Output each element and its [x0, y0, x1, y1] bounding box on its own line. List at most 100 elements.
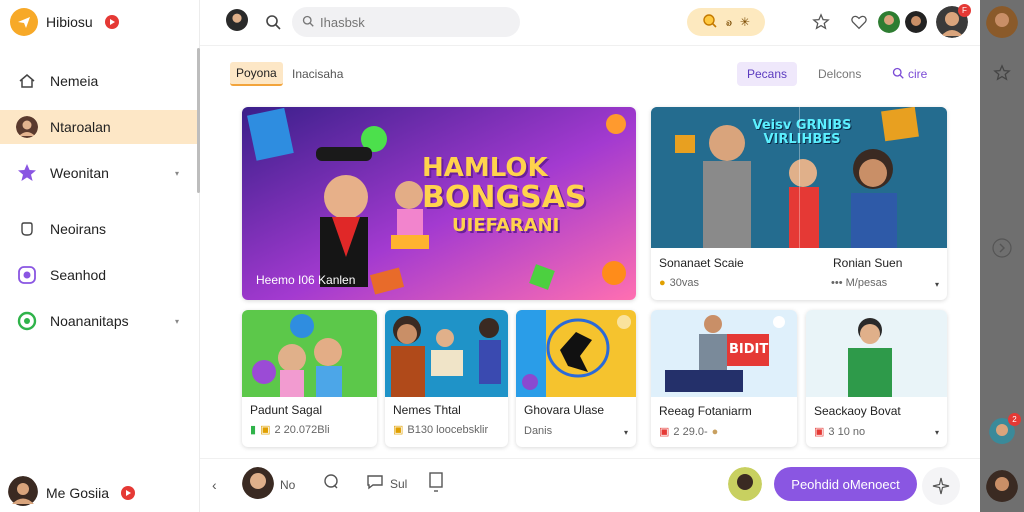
- circle-icon: [16, 310, 38, 332]
- video-card[interactable]: Padunt Sagal ▮ ▣ 2 20.072Bli: [242, 310, 377, 447]
- sidebar-item-weonitan[interactable]: Weonitan ▾: [0, 156, 197, 190]
- profile[interactable]: Me Gosiia: [8, 476, 136, 509]
- app-root: Hibiosu Nemeia Ntaroalan Weonitan ▾ Neoi…: [0, 0, 1024, 512]
- card-meta-text: Danis: [524, 425, 553, 437]
- video-card[interactable]: Seackaoy Bovat ▣ 3 10 no ▾: [806, 310, 947, 447]
- bookmark-icon[interactable]: [428, 471, 444, 493]
- coins-label: ꭷ: [726, 14, 732, 29]
- bottom-item-no[interactable]: No: [242, 467, 295, 502]
- live-icon: [104, 15, 119, 29]
- card-meta: ● 30vas: [659, 277, 699, 289]
- bottom-bar: ‹ No Sul Peohdid oMenoect: [200, 458, 980, 512]
- filter-bar: Poyona Inacisaha Pecans Delcons cire: [230, 60, 960, 88]
- hero-title-line: HAMLOK: [422, 153, 548, 183]
- heart-icon[interactable]: [848, 11, 870, 33]
- card-title: Reeag Fotaniarm: [659, 404, 752, 418]
- search-icon[interactable]: [262, 11, 284, 33]
- video-card[interactable]: Nemes Thtal ▣ B130 loocebsklir: [385, 310, 508, 447]
- avatar[interactable]: [878, 11, 900, 33]
- more-icon[interactable]: ▾: [624, 428, 628, 437]
- card-meta-text: B130 loocebsklir: [407, 423, 489, 436]
- sparkle-icon: ✳: [739, 15, 750, 29]
- sidebar-item-label: Nemeia: [50, 73, 99, 89]
- sidebar-scrollbar[interactable]: [197, 48, 200, 193]
- more-icon[interactable]: ▾: [935, 280, 939, 289]
- sparkle-icon: [932, 477, 950, 495]
- notification-badge: F: [958, 4, 971, 17]
- hero-title: HAMLOK BONGSAS UIEFARANI: [422, 155, 587, 235]
- video-card[interactable]: Veisv GRNIBS VIRLIHBES Sonanaet Scaie ● …: [651, 107, 947, 300]
- bulb-icon: ●: [659, 277, 666, 289]
- chevron-down-icon[interactable]: ▾: [175, 317, 179, 326]
- card-meta: ▮ ▣ 2 20.072Bli: [250, 423, 330, 437]
- card-title: Nemes Thtal: [393, 403, 461, 417]
- hero-card[interactable]: HAMLOK BONGSAS UIEFARANI Heemo I06 Kanle…: [242, 107, 636, 300]
- brand-name: Hibiosu: [46, 14, 93, 30]
- star-icon: [16, 162, 38, 184]
- sparkle-button[interactable]: [922, 467, 960, 505]
- filter-chip-cire[interactable]: cire: [886, 62, 933, 86]
- sidebar-item-label: Neoirans: [50, 221, 107, 237]
- card-meta: ••• M/pesas: [831, 277, 887, 289]
- coins-pill[interactable]: ꭷ ✳: [687, 8, 765, 36]
- video-card[interactable]: Ghovara Ulase Danis ▾: [516, 310, 636, 447]
- sidebar: Hibiosu Nemeia Ntaroalan Weonitan ▾ Neoi…: [0, 0, 200, 512]
- filter-chip-poyona[interactable]: Poyona: [230, 62, 283, 86]
- chevron-left-icon[interactable]: ‹: [212, 477, 217, 493]
- sidebar-item-neoirans[interactable]: Neoirans: [0, 212, 197, 246]
- chevron-down-icon[interactable]: ▾: [175, 169, 179, 178]
- search-icon: [892, 67, 904, 82]
- card-title: Ronian Suen: [833, 256, 903, 270]
- comment-icon[interactable]: [322, 473, 340, 491]
- card-image: [516, 310, 636, 397]
- card-image-text: BIDIT: [729, 342, 769, 357]
- avatar[interactable]: [986, 470, 1018, 507]
- avatar-icon: [16, 116, 38, 138]
- card-image-text: Veisv GRNIBS VIRLIHBES: [752, 118, 852, 147]
- filter-chip-pecans[interactable]: Pecans: [737, 62, 798, 86]
- live-icon: [121, 485, 136, 500]
- sidebar-item-seanhod[interactable]: Seanhod: [0, 258, 197, 292]
- video-card[interactable]: BIDIT Reeag Fotaniarm ▣ 2 29.0- ●: [651, 310, 797, 447]
- avatar[interactable]: [986, 6, 1018, 43]
- sidebar-nav: Nemeia Ntaroalan Weonitan ▾ Neoirans Sea…: [0, 64, 197, 350]
- topbar: ꭷ ✳ F: [200, 0, 980, 46]
- star-icon[interactable]: [993, 64, 1011, 87]
- primary-cta-button[interactable]: Peohdid oMenoect: [774, 467, 917, 501]
- card-meta-text: 2 20.072Bli: [274, 423, 330, 436]
- card-meta-text: 2 29.0-: [673, 425, 708, 438]
- filter-chip-label: cire: [908, 67, 928, 81]
- bottom-item-sul[interactable]: Sul: [366, 473, 407, 494]
- search-coin-icon: [702, 13, 718, 32]
- avatar[interactable]: [226, 9, 248, 31]
- profile-name: Me Gosiia: [46, 484, 110, 501]
- brand[interactable]: Hibiosu: [10, 8, 119, 36]
- sidebar-item-label: Seanhod: [50, 267, 107, 283]
- more-icon[interactable]: ▾: [935, 428, 939, 437]
- bottom-item-label: No: [280, 477, 296, 492]
- card-meta: Danis: [524, 425, 552, 437]
- search-icon: [302, 15, 314, 30]
- card-meta: ▣ B130 loocebsklir: [393, 423, 489, 437]
- badge-icon: ▣: [393, 424, 404, 436]
- card-image: [651, 310, 797, 397]
- brand-logo-icon: [10, 8, 38, 36]
- chevron-right-icon[interactable]: [992, 238, 1012, 263]
- search-input[interactable]: [320, 14, 500, 30]
- sidebar-item-nemeia[interactable]: Nemeia: [0, 64, 197, 98]
- star-icon[interactable]: [810, 11, 832, 33]
- filter-chip-delcons[interactable]: Delcons: [812, 62, 867, 86]
- filter-chip-inacisaha[interactable]: Inacisaha: [286, 62, 349, 86]
- sidebar-item-noananitaps[interactable]: Noananitaps ▾: [0, 304, 197, 338]
- avatar-icon: [242, 467, 274, 502]
- badge-icon: ▣: [260, 424, 271, 436]
- card-title: Padunt Sagal: [250, 403, 323, 417]
- badge-icon: ▣: [814, 426, 825, 438]
- hero-title-line: BONGSAS: [422, 180, 587, 215]
- avatar[interactable]: [905, 11, 927, 33]
- avatar[interactable]: [728, 467, 762, 501]
- sidebar-item-ntaroalan[interactable]: Ntaroalan: [0, 110, 197, 144]
- hand-icon: [16, 218, 38, 240]
- search-bar[interactable]: [292, 7, 520, 37]
- house-icon: [16, 70, 38, 92]
